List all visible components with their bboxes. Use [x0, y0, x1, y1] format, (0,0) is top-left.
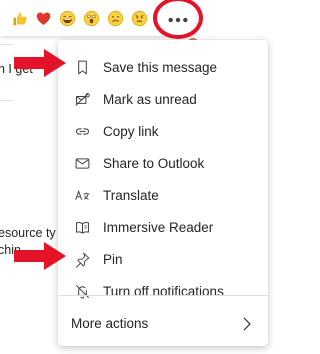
translate-icon: [73, 186, 91, 204]
menu-item-share-outlook[interactable]: Share to Outlook: [58, 147, 268, 179]
menu-item-label: Save this message: [103, 59, 218, 75]
menu-item-label: Translate: [103, 187, 159, 203]
like-reaction-button[interactable]: [8, 7, 30, 29]
mark-unread-icon: [73, 90, 91, 108]
sad-reaction-button[interactable]: [104, 7, 126, 29]
menu-item-label: Turn off notifications: [103, 283, 224, 299]
bookmark-icon: [73, 58, 91, 76]
chat-divider: [0, 44, 12, 45]
more-actions-label: More actions: [71, 316, 149, 331]
menu-item-save-message[interactable]: Save this message: [58, 51, 268, 83]
sad-face-icon: [107, 10, 123, 26]
laughing-face-icon: [59, 10, 75, 26]
thumbs-up-icon: [13, 12, 27, 25]
angry-reaction-button[interactable]: [128, 7, 150, 29]
annotation-arrow-save: [14, 49, 66, 77]
teams-message-context: n I get esource ty chin: [0, 0, 275, 354]
heart-icon: [36, 12, 50, 25]
message-context-menu: Save this message Mark as unread Copy li…: [58, 40, 268, 346]
bell-off-icon: [73, 282, 91, 300]
mail-icon: [73, 154, 91, 172]
menu-item-turn-off-notifications[interactable]: Turn off notifications: [58, 275, 268, 307]
immersive-reader-icon: [73, 218, 91, 236]
menu-item-label: Mark as unread: [103, 91, 197, 107]
chat-text-fragment: esource ty: [0, 226, 56, 240]
surprised-reaction-button[interactable]: [80, 7, 102, 29]
more-actions-submenu[interactable]: More actions: [58, 306, 268, 342]
menu-item-translate[interactable]: Translate: [58, 179, 268, 211]
menu-item-label: Pin: [103, 251, 123, 267]
heart-reaction-button[interactable]: [32, 7, 54, 29]
menu-item-mark-unread[interactable]: Mark as unread: [58, 83, 268, 115]
menu-item-label: Share to Outlook: [103, 155, 205, 171]
menu-item-label: Copy link: [103, 123, 159, 139]
angry-face-icon: [131, 10, 147, 26]
laugh-reaction-button[interactable]: [56, 7, 78, 29]
menu-item-label: Immersive Reader: [103, 219, 214, 235]
chat-divider: [0, 100, 12, 101]
menu-divider: [58, 295, 268, 296]
annotation-arrow-pin: [14, 242, 66, 270]
pin-icon: [73, 250, 91, 268]
menu-item-copy-link[interactable]: Copy link: [58, 115, 268, 147]
link-icon: [73, 122, 91, 140]
menu-item-immersive-reader[interactable]: Immersive Reader: [58, 211, 268, 243]
chevron-right-icon: [243, 317, 251, 331]
surprised-face-icon: [83, 10, 99, 26]
menu-item-pin[interactable]: Pin: [58, 243, 268, 275]
